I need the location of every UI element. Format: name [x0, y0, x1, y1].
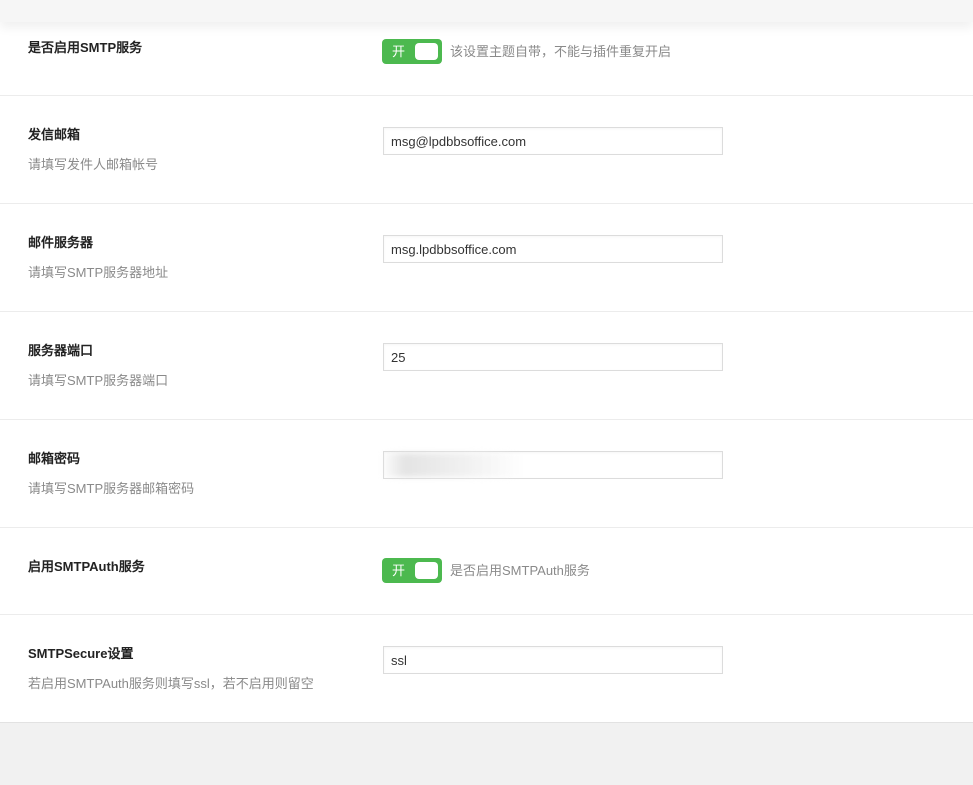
mail-server-input[interactable] [383, 235, 723, 263]
setting-description: 若启用SMTPAuth服务则填写ssl，若不启用则留空 [28, 676, 314, 691]
setting-row-sender-email: 发信邮箱 请填写发件人邮箱帐号 [0, 96, 973, 204]
setting-row-mail-password: 邮箱密码 请填写SMTP服务器邮箱密码 [0, 420, 973, 528]
label-column: 是否启用SMTP服务 [28, 40, 142, 56]
setting-description: 请填写SMTP服务器邮箱密码 [28, 481, 195, 496]
setting-row-smtp-auth: 启用SMTPAuth服务 开 是否启用SMTPAuth服务 [0, 528, 973, 615]
setting-description: 请填写发件人邮箱帐号 [28, 157, 159, 172]
smtp-secure-input[interactable] [383, 646, 723, 674]
smtp-auth-toggle[interactable]: 开 [382, 558, 442, 583]
setting-row-mail-server: 邮件服务器 请填写SMTP服务器地址 [0, 204, 973, 312]
setting-row-server-port: 服务器端口 请填写SMTP服务器端口 [0, 312, 973, 420]
setting-hint: 该设置主题自带，不能与插件重复开启 [450, 44, 672, 59]
label-column: SMTPSecure设置 若启用SMTPAuth服务则填写ssl，若不启用则留空 [28, 646, 314, 692]
mail-password-input[interactable] [383, 451, 723, 479]
toggle-knob [415, 43, 438, 60]
sender-email-input[interactable] [383, 127, 723, 155]
toggle-knob [415, 562, 438, 579]
setting-row-smtp-secure: SMTPSecure设置 若启用SMTPAuth服务则填写ssl，若不启用则留空 [0, 615, 973, 723]
label-column: 服务器端口 请填写SMTP服务器端口 [28, 343, 168, 389]
top-bar [0, 0, 973, 22]
server-port-input[interactable] [383, 343, 723, 371]
setting-title: SMTPSecure设置 [28, 646, 134, 661]
smtp-enable-toggle[interactable]: 开 [382, 39, 442, 64]
setting-title: 是否启用SMTP服务 [28, 40, 143, 55]
setting-title: 服务器端口 [28, 343, 94, 358]
label-column: 启用SMTPAuth服务 [28, 559, 145, 575]
setting-description: 请填写SMTP服务器地址 [28, 265, 169, 280]
smtp-settings-panel: 是否启用SMTP服务 开 该设置主题自带，不能与插件重复开启 发信邮箱 请填写发… [0, 22, 973, 723]
toggle-label: 开 [392, 44, 406, 59]
setting-description: 请填写SMTP服务器端口 [28, 373, 169, 388]
setting-hint: 是否启用SMTPAuth服务 [450, 563, 590, 578]
toggle-label: 开 [392, 563, 406, 578]
setting-title: 邮件服务器 [28, 235, 94, 250]
setting-title: 启用SMTPAuth服务 [28, 559, 145, 574]
label-column: 发信邮箱 请填写发件人邮箱帐号 [28, 127, 158, 173]
password-field-wrapper [0, 451, 973, 479]
setting-title: 发信邮箱 [28, 127, 81, 142]
label-column: 邮件服务器 请填写SMTP服务器地址 [28, 235, 168, 281]
setting-row-smtp-enable: 是否启用SMTP服务 开 该设置主题自带，不能与插件重复开启 [0, 22, 973, 96]
